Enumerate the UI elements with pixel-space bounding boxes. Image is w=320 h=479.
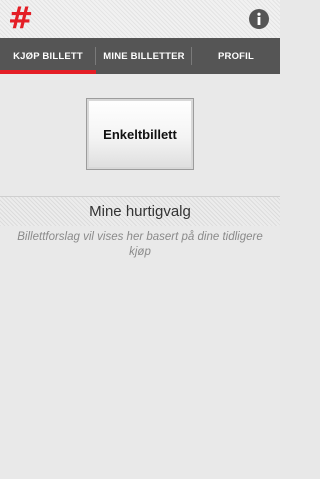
tab-label: PROFIL — [217, 50, 255, 62]
tab-buy-ticket[interactable]: KJØP BILLETT — [0, 38, 96, 74]
single-ticket-button[interactable]: Enkeltbillett — [86, 98, 194, 170]
single-ticket-label: Enkeltbillett — [103, 126, 177, 142]
action-bar: # — [0, 0, 280, 38]
quick-choices-header: Mine hurtigvalg — [0, 196, 280, 226]
tab-label: MINE BILLETTER — [103, 50, 185, 62]
tab-selected-indicator — [0, 70, 96, 74]
quick-choices-title: Mine hurtigvalg — [89, 203, 191, 220]
tab-bar: KJØP BILLETT MINE BILLETTER PROFIL — [0, 38, 280, 74]
app-screen: # KJØP BILLETT MINE BILLETTER PROFIL Enk… — [0, 0, 280, 479]
tab-label: KJØP BILLETT — [13, 50, 83, 62]
info-button[interactable] — [248, 8, 270, 30]
tab-my-tickets[interactable]: MINE BILLETTER — [96, 38, 192, 74]
hash-logo-icon: # — [8, 1, 34, 36]
quick-choices-hint: Billettforslag vil vises her basert på d… — [17, 231, 263, 258]
tab-profile[interactable]: PROFIL — [192, 38, 280, 74]
info-icon — [249, 9, 269, 29]
